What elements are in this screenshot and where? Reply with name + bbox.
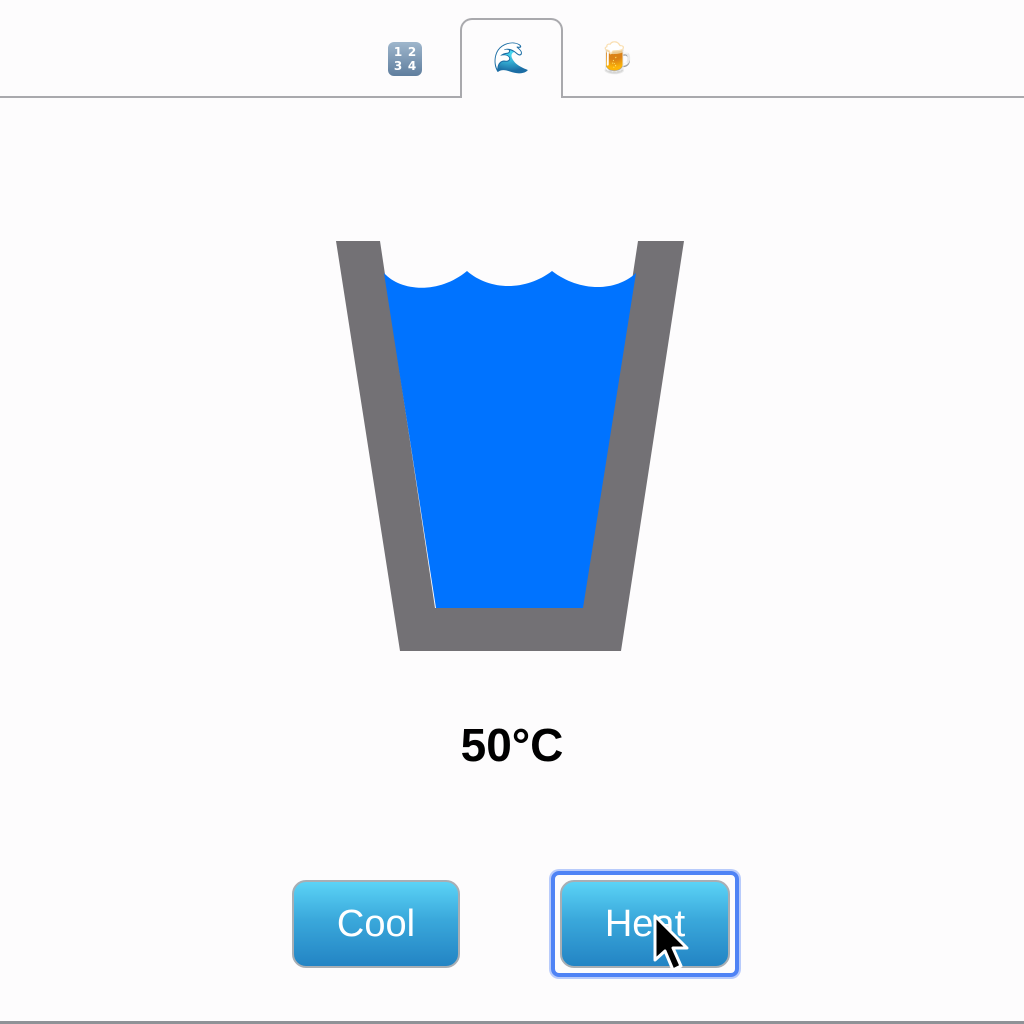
wave-icon: 🌊: [492, 41, 531, 76]
tab-numbers[interactable]: 1 2 3 4: [355, 20, 455, 98]
cool-button[interactable]: Cool: [292, 880, 460, 968]
water-glass: [336, 241, 684, 651]
temperature-readout: 50°C: [460, 719, 564, 771]
numbers-icon: 1 2 3 4: [388, 42, 422, 76]
numbers-digit: 2: [407, 45, 417, 59]
tab-beer[interactable]: 🍺: [566, 20, 666, 98]
numbers-digit: 3: [393, 59, 403, 73]
heat-button[interactable]: Heat: [560, 880, 730, 968]
tab-bar: 1 2 3 4 🌊 🍺: [0, 0, 1024, 98]
tab-wave[interactable]: 🌊: [460, 18, 563, 98]
numbers-digit: 4: [407, 59, 417, 73]
app-window: 1 2 3 4 🌊 🍺 50°C Cool Heat: [0, 0, 1024, 1024]
beer-mug-icon: 🍺: [597, 41, 635, 76]
numbers-digit: 1: [393, 45, 403, 59]
